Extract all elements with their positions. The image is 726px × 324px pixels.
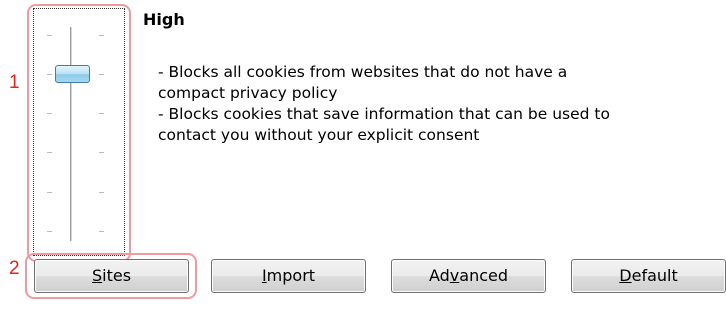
slider-tick [99,152,104,153]
privacy-level-description: - Blocks all cookies from websites that … [158,62,718,146]
advanced-button[interactable]: Advanced [391,259,546,293]
sites-button-label: Sites [91,266,132,285]
slider-tick [99,231,104,232]
description-line: - Blocks all cookies from websites that … [158,63,568,81]
slider-tick [99,35,104,36]
privacy-level-title: High [143,10,185,29]
slider-tick [99,113,104,114]
advanced-button-label: Advanced [428,266,509,285]
slider-tick [47,35,52,36]
description-line: compact privacy policy [158,84,338,102]
slider-tick [47,192,52,193]
slider-tick [47,152,52,153]
description-line: contact you without your explicit consen… [158,126,480,144]
slider-thumb[interactable] [55,65,90,83]
default-button-label: Default [619,266,678,285]
callout-number-1: 1 [9,72,20,93]
slider-tick [47,113,52,114]
sites-button[interactable]: Sites [34,259,189,293]
slider-tick [99,74,104,75]
description-line: - Blocks cookies that save information t… [158,105,610,123]
slider-track[interactable] [70,27,73,241]
slider-tick [99,192,104,193]
slider-tick [47,74,52,75]
callout-number-2: 2 [9,258,20,279]
slider-tick [47,231,52,232]
import-button[interactable]: Import [211,259,366,293]
default-button[interactable]: Default [571,259,726,293]
import-button-label: Import [261,266,316,285]
privacy-slider[interactable] [33,8,125,256]
